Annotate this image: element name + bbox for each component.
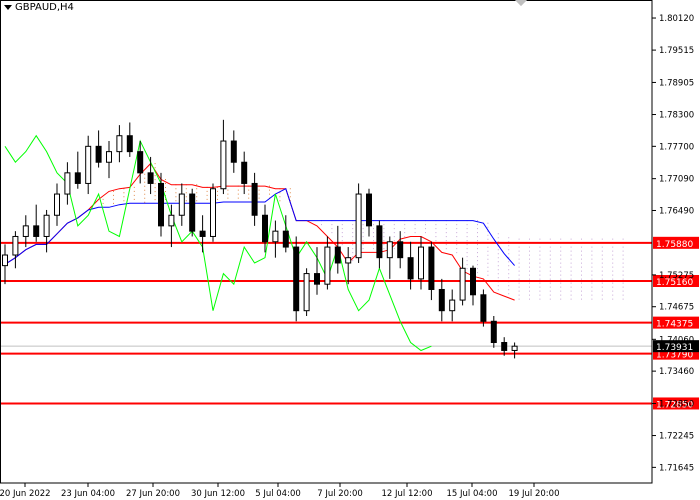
y-tick-label: 1.78300 <box>659 111 694 121</box>
candle-body[interactable] <box>43 214 50 237</box>
y-tick-label: 1.71645 <box>659 463 694 473</box>
y-tick-label: 1.76490 <box>659 206 694 216</box>
y-tick-label: 1.77700 <box>659 142 694 152</box>
y-tick-label: 1.77090 <box>659 175 694 185</box>
candle-body[interactable] <box>303 273 310 312</box>
y-tick-label: 1.73460 <box>659 367 694 377</box>
candle-body[interactable] <box>54 193 60 216</box>
plot-frame <box>0 0 653 484</box>
candle-body[interactable] <box>366 193 372 227</box>
x-tick-label: 19 Jul 20:00 <box>509 489 560 499</box>
candle-body[interactable] <box>22 225 29 237</box>
candle-body[interactable] <box>459 267 466 301</box>
x-tick-label: 23 Jun 04:00 <box>61 489 115 499</box>
candle-body[interactable] <box>12 235 19 256</box>
candle-body[interactable] <box>199 230 206 237</box>
y-tick-label: 1.78905 <box>659 78 694 88</box>
candle-body[interactable] <box>220 140 227 190</box>
candle-body[interactable] <box>324 246 331 285</box>
candle-body[interactable] <box>438 288 445 312</box>
x-tick-label: 15 Jul 04:00 <box>447 489 498 499</box>
candle-body[interactable] <box>490 320 497 344</box>
candle-body[interactable] <box>64 172 71 195</box>
time-axis: 20 Jun 2022 23 Jun 04:00 27 Jun 20:00 30 Ju… <box>0 483 559 499</box>
candle-body[interactable] <box>2 254 8 267</box>
candle-body[interactable] <box>106 151 112 163</box>
candle-body[interactable] <box>158 182 164 227</box>
kijun-sen-line <box>4 187 515 266</box>
candle-body[interactable] <box>168 214 175 227</box>
x-tick-label: 20 Jun 2022 <box>0 489 51 499</box>
candle-body[interactable] <box>314 273 320 285</box>
candle-body[interactable] <box>293 246 300 312</box>
level-label: 1.75880 <box>656 240 693 250</box>
candle-body[interactable] <box>116 135 123 153</box>
x-tick-label: 7 Jul 20:00 <box>317 489 363 499</box>
candle-body[interactable] <box>241 161 248 184</box>
candle-body[interactable] <box>386 241 393 259</box>
y-tick-label: 1.72245 <box>659 432 694 442</box>
candle-body[interactable] <box>262 214 268 243</box>
candle-body[interactable] <box>230 140 237 163</box>
candle-body[interactable] <box>470 267 476 296</box>
candle-body[interactable] <box>376 225 383 259</box>
candle-body[interactable] <box>210 188 216 237</box>
candle-body[interactable] <box>33 225 40 237</box>
candle-body[interactable] <box>251 182 258 216</box>
candle-body[interactable] <box>345 257 352 264</box>
price-chart[interactable]: 1.758801.751601.743751.737901.72850 1.73… <box>0 0 700 500</box>
candle-body[interactable] <box>418 246 424 280</box>
candle-body[interactable] <box>407 257 414 280</box>
x-tick-label: 27 Jun 20:00 <box>126 489 180 499</box>
candle-body[interactable] <box>147 172 154 184</box>
symbol-header[interactable]: GBPAUD,H4 <box>4 2 74 13</box>
y-tick-label: 1.74060 <box>659 335 694 345</box>
candle-body[interactable] <box>189 193 196 232</box>
y-tick-label: 1.74675 <box>659 303 694 313</box>
y-tick-label: 1.75275 <box>659 271 694 281</box>
candle-body[interactable] <box>178 193 185 216</box>
candle-body[interactable] <box>272 230 279 243</box>
level-label: 1.74375 <box>656 320 693 330</box>
candle-body[interactable] <box>85 145 92 184</box>
dropdown-triangle-icon[interactable] <box>4 5 12 10</box>
candle-body[interactable] <box>74 172 81 184</box>
candle-body[interactable] <box>334 246 341 264</box>
candle-body[interactable] <box>137 151 144 174</box>
candle-body[interactable] <box>397 241 404 259</box>
x-tick-label: 30 Jun 12:00 <box>191 489 245 499</box>
x-tick-label: 5 Jul 04:00 <box>255 489 301 499</box>
candle-body[interactable] <box>95 145 102 163</box>
tenkan-sen-line <box>4 162 515 301</box>
price-axis: 1.739311.801201.795151.789051.783001.777… <box>0 0 699 484</box>
y-tick-label: 1.79515 <box>659 46 694 56</box>
candle-body[interactable] <box>282 230 289 248</box>
candle-body[interactable] <box>511 345 518 351</box>
candle-body[interactable] <box>449 299 456 312</box>
candle-body[interactable] <box>501 342 508 351</box>
candle-body[interactable] <box>428 246 435 290</box>
x-tick-label: 12 Jul 12:00 <box>382 489 433 499</box>
candle-body[interactable] <box>126 135 133 153</box>
candle-body[interactable] <box>355 193 362 259</box>
y-tick-label: 1.80120 <box>659 14 694 24</box>
y-tick-label: 1.72850 <box>659 399 694 409</box>
candle-body[interactable] <box>480 294 487 322</box>
symbol-label: GBPAUD,H4 <box>15 2 74 13</box>
